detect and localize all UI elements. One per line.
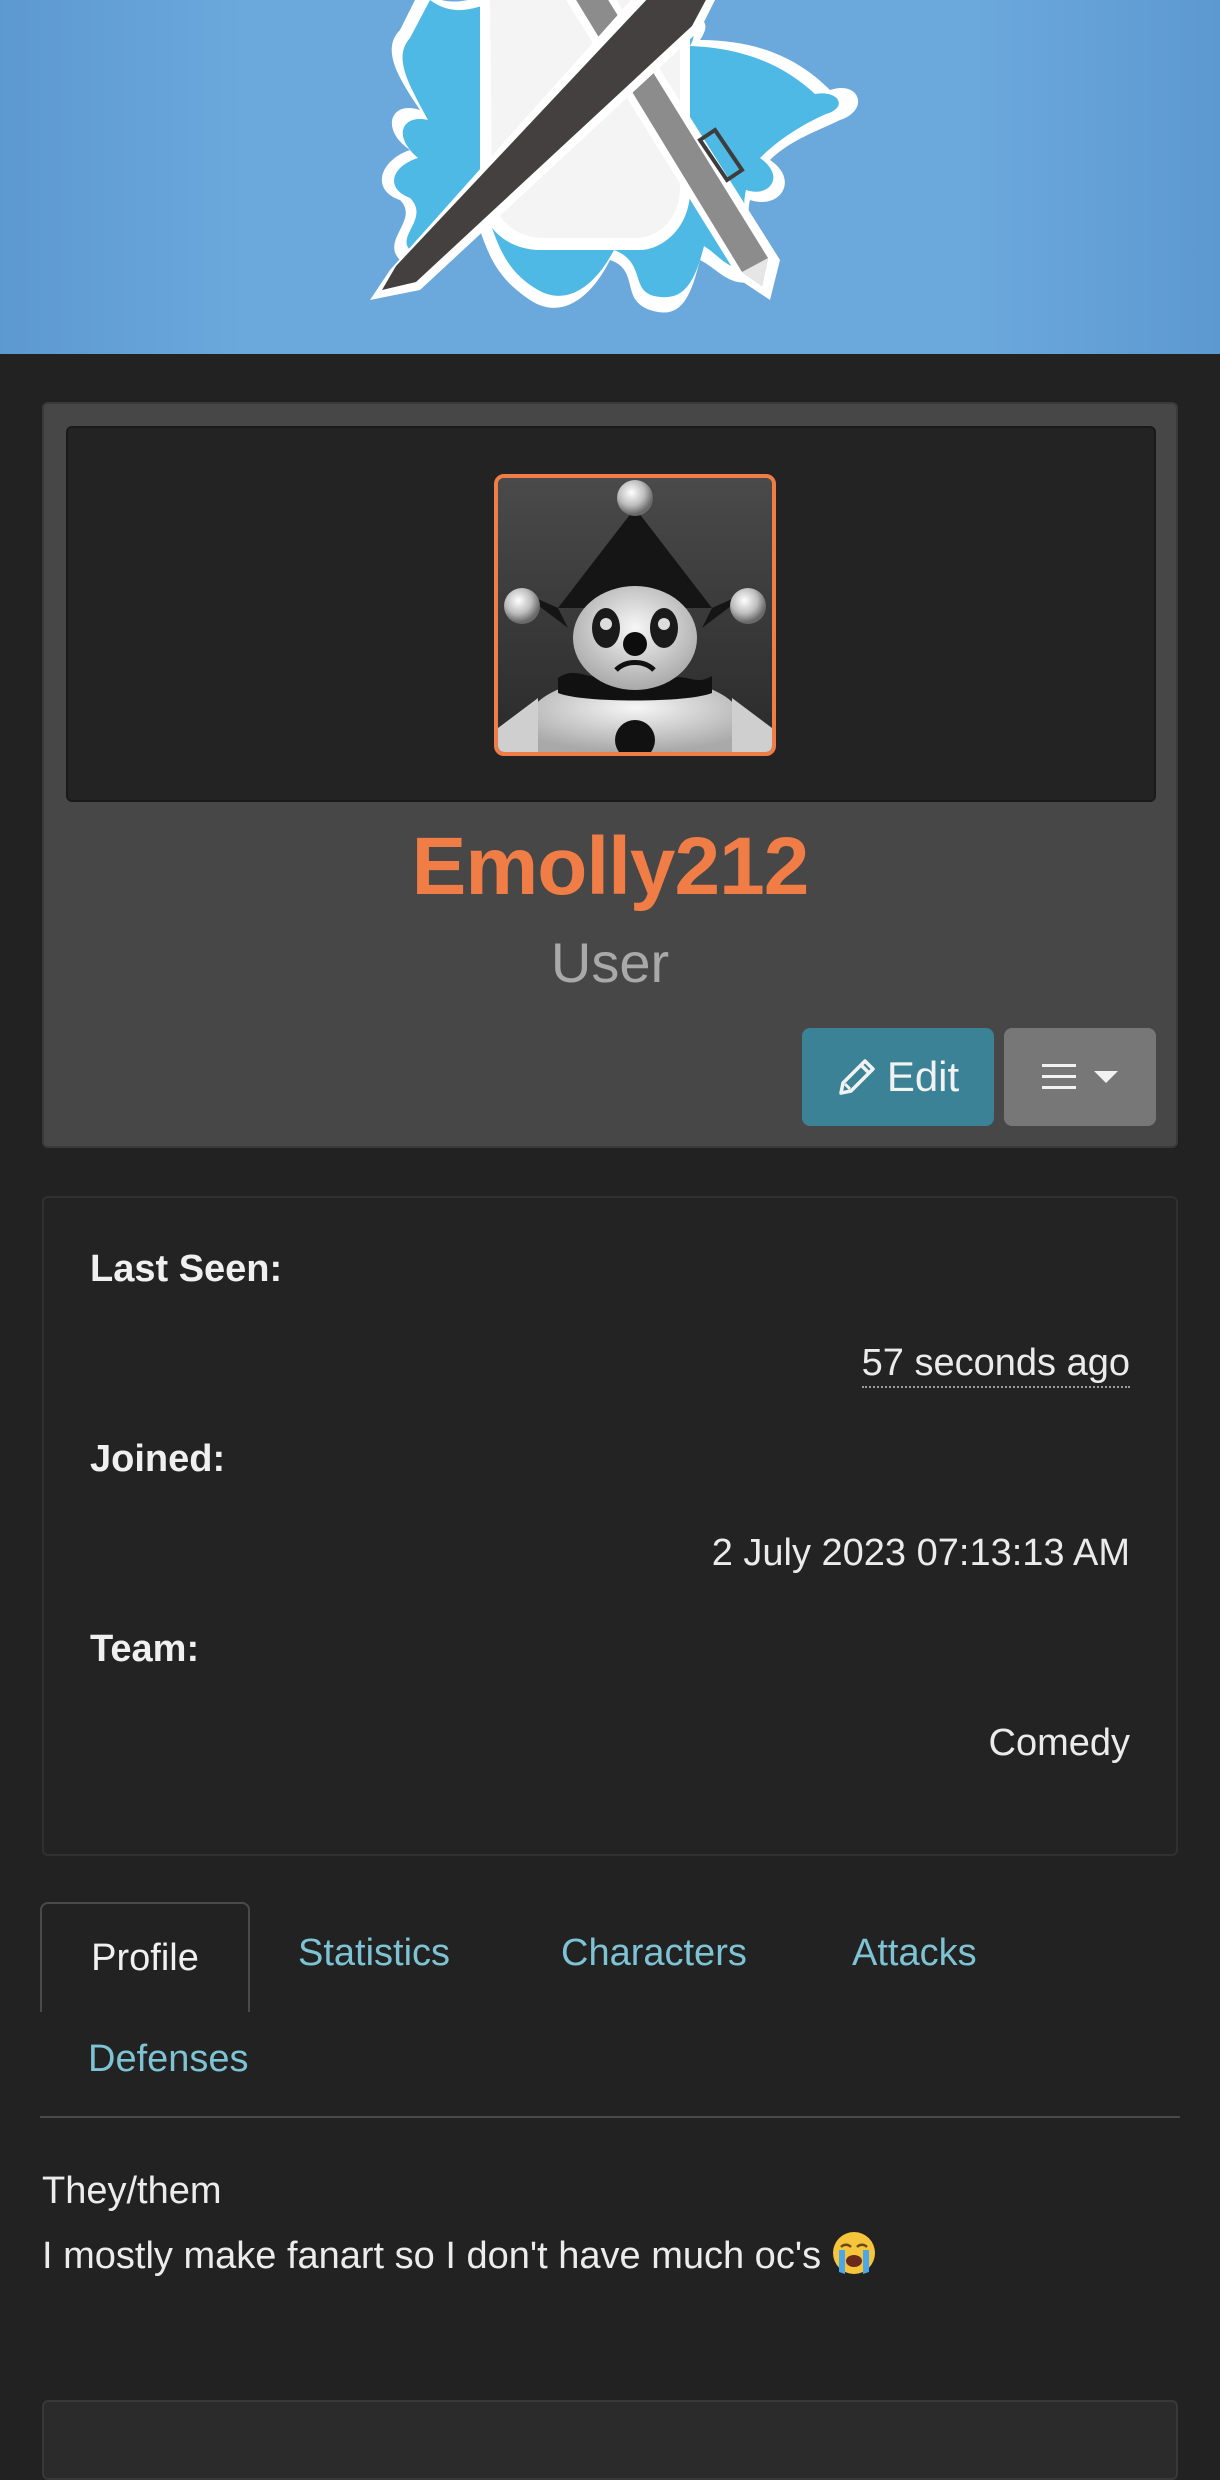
last-seen-time: 57 seconds ago xyxy=(861,1342,1130,1388)
joined-label: Joined: xyxy=(90,1438,226,1480)
caret-down-icon xyxy=(1094,1071,1118,1083)
edit-button[interactable]: Edit xyxy=(802,1028,994,1126)
joined-value: 2 July 2023 07:13:13 AM xyxy=(711,1532,1130,1574)
bio-line-description: I mostly make fanart so I don't have muc… xyxy=(42,2230,877,2286)
hamburger-menu-icon xyxy=(1042,1064,1076,1089)
last-seen-value: 57 seconds ago xyxy=(861,1342,1130,1388)
tabs-divider xyxy=(40,2116,1180,2118)
profile-tabs: Profile Statistics Characters Attacks De… xyxy=(40,1902,1180,2118)
profile-options-dropdown-button[interactable] xyxy=(1004,1028,1156,1126)
profile-card: Emolly212 User Edit xyxy=(42,402,1178,1148)
clown-avatar-icon xyxy=(498,478,772,752)
username: Emolly212 xyxy=(411,821,810,912)
next-section-card xyxy=(42,2400,1178,2480)
tab-characters[interactable]: Characters xyxy=(561,1932,747,1975)
user-info-card: Last Seen: 57 seconds ago Joined: 2 July… xyxy=(42,1196,1178,1856)
avatar-container xyxy=(66,426,1156,802)
tab-statistics[interactable]: Statistics xyxy=(298,1932,450,1975)
edit-button-label: Edit xyxy=(886,1053,960,1100)
user-role: User xyxy=(550,931,670,994)
last-seen-label: Last Seen: xyxy=(90,1248,283,1290)
bio-description-text: I mostly make fanart so I don't have muc… xyxy=(42,2235,822,2277)
tab-defenses[interactable]: Defenses xyxy=(88,2038,249,2081)
pencil-icon xyxy=(839,1059,875,1095)
bio-line-pronouns: They/them xyxy=(42,2170,222,2212)
avatar[interactable] xyxy=(494,474,776,756)
site-banner xyxy=(0,0,1220,354)
team-label: Team: xyxy=(90,1628,200,1670)
team-value[interactable]: Comedy xyxy=(989,1722,1131,1765)
tab-attacks[interactable]: Attacks xyxy=(852,1932,977,1975)
site-logo-knife-pen-splash-icon[interactable] xyxy=(0,0,1220,354)
loudly-crying-face-emoji-icon xyxy=(831,2230,877,2286)
tab-profile[interactable]: Profile xyxy=(40,1902,250,2012)
